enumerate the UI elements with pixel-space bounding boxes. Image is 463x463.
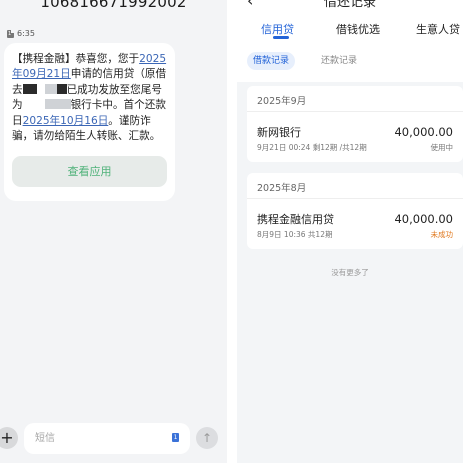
subtab-borrow-records[interactable]: 借款记录 [247,52,295,70]
sim-card-icon: 1 [7,29,14,38]
loan-amount: 40,000.00 [394,125,453,139]
subtab-repay-records[interactable]: 还款记录 [321,52,357,70]
tab-active-indicator [273,36,289,39]
redacted-block [56,83,67,94]
tab-credit-loan[interactable]: 信用贷 [261,21,294,37]
compose-bar: + 1 ↑ [0,420,227,463]
message-time: 6:35 [17,29,35,38]
sms-panel: 10681667199200​2 1 6:35 【携程金融】恭喜您，您于2025… [0,0,227,463]
message-timestamp: 1 6:35 [7,29,35,38]
send-arrow-icon[interactable]: ↑ [196,427,218,449]
lender-name[interactable]: 新网银行 [257,124,301,140]
plus-icon[interactable]: + [0,427,18,449]
sms-input[interactable] [24,423,190,454]
tab-borrow-select[interactable]: 借钱优选 [336,21,380,37]
no-more-text: 没有更多了 [331,268,369,277]
divider [247,111,463,112]
sms-sender-number: 10681667199200​2 [40,0,187,11]
section-month: 2025年8月 [257,183,307,194]
loan-meta: 8月9日 10:36 共12期 [257,230,333,239]
tab-business-loan[interactable]: 生意人贷 [416,21,460,37]
redacted-block [22,83,37,94]
back-arrow-icon[interactable]: ‹ [247,0,253,10]
loan-meta: 9月21日 00:24 剩12期 /共12期 [257,143,367,152]
view-app-button[interactable]: 查看应用 [12,156,167,187]
month-section: 2025年9月 新网银行 9月21日 00:24 剩12期 /共12期 40,0… [247,86,463,162]
header: 借还记录 ‹ 信用贷 借钱优选 生意人贷 [237,0,463,40]
redacted-block [44,99,71,110]
divider [247,198,463,199]
redacted-block [44,83,57,94]
date-link-repayment[interactable]: 2025年10月16日 [23,115,109,127]
message-text: 【携程金融】恭喜您，您于2025年09月21日申请的信用贷（原借去 已成功发放至您… [12,53,167,143]
month-section: 2025年8月 携程金融信用贷 8月9日 10:36 共12期 40,000.0… [247,173,463,249]
page-title: 借还记录 [323,0,376,10]
subtabs: 借款记录 还款记录 [237,40,463,82]
loan-amount: 40,000.00 [394,212,453,226]
loan-status: 未成功 [430,230,454,239]
loan-status: 使用中 [430,143,454,152]
sim-select-icon[interactable]: 1 [172,433,179,442]
loan-records-panel: 借还记录 ‹ 信用贷 借钱优选 生意人贷 借款记录 还款记录 2025年9月 新… [237,0,463,463]
lender-name[interactable]: 携程金融信用贷 [257,211,334,227]
section-month: 2025年9月 [257,96,307,107]
